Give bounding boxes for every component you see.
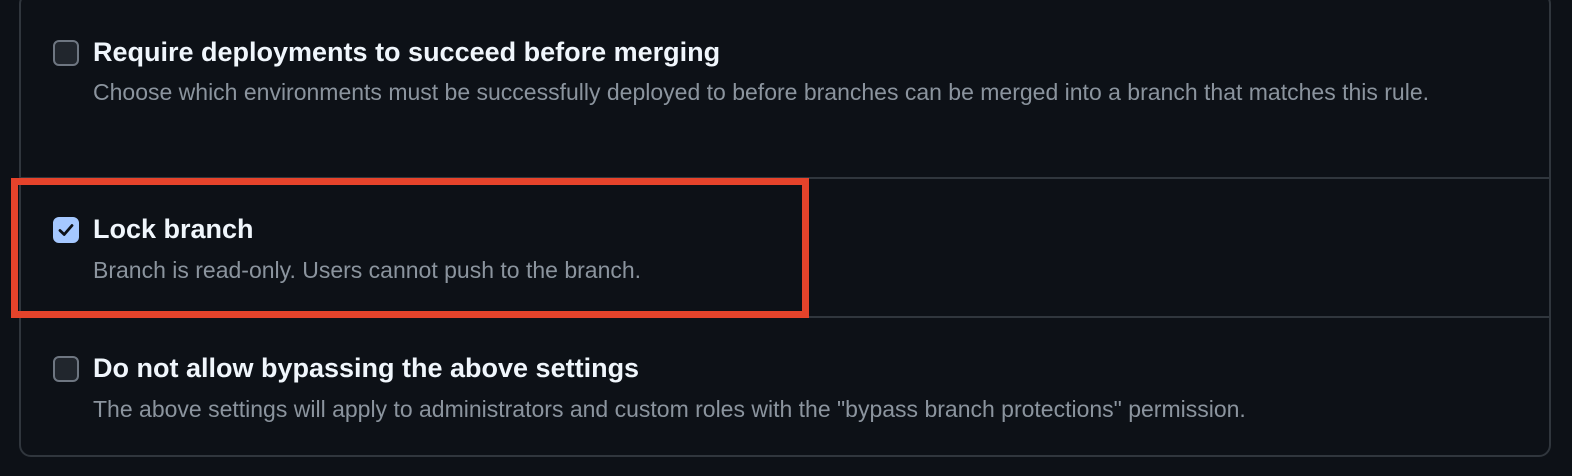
rule-description: The above settings will apply to adminis… [93, 396, 1246, 422]
rule-require-deployments: Require deployments to succeed before me… [19, 0, 1551, 177]
rule-description: Branch is read-only. Users cannot push t… [93, 257, 642, 283]
rule-title[interactable]: Require deployments to succeed before me… [93, 37, 720, 68]
lock-branch-checkbox[interactable] [53, 217, 79, 243]
checkmark-icon [58, 224, 74, 236]
rule-description: Choose which environments must be succes… [93, 79, 1430, 105]
rule-title[interactable]: Lock branch [93, 214, 254, 245]
no-bypass-checkbox[interactable] [53, 356, 79, 382]
rule-lock-branch: Lock branch Branch is read-only. Users c… [19, 177, 1551, 316]
rule-no-bypass: Do not allow bypassing the above setting… [19, 316, 1551, 456]
require-deployments-checkbox[interactable] [53, 40, 79, 66]
rule-title[interactable]: Do not allow bypassing the above setting… [93, 353, 639, 384]
